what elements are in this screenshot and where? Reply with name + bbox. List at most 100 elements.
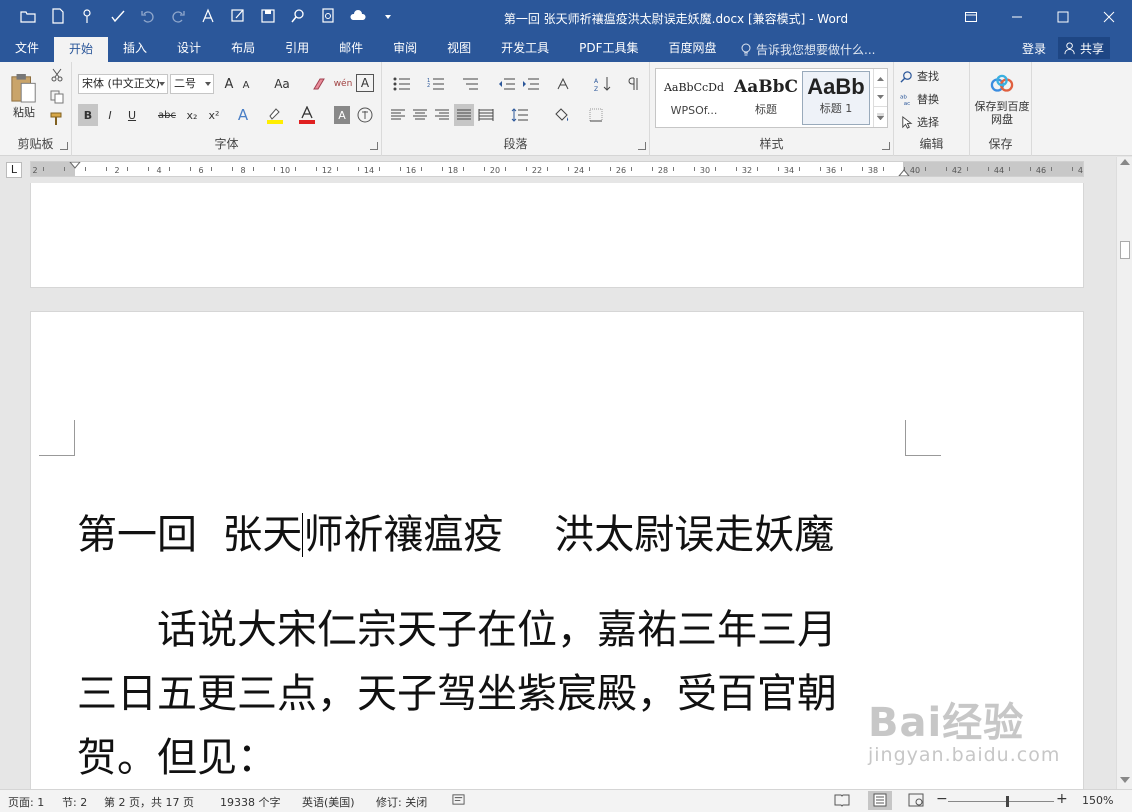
tab-4[interactable]: 布局 [216, 34, 270, 62]
clear-format-icon[interactable] [310, 74, 330, 94]
superscript-button[interactable]: x² [204, 104, 224, 126]
status-language[interactable]: 英语(美国) [302, 794, 355, 810]
zoom-slider-thumb[interactable] [1006, 796, 1009, 807]
highlight-icon[interactable] [264, 104, 286, 126]
tab-3[interactable]: 设计 [162, 34, 216, 62]
zoom-in-button[interactable]: + [1056, 791, 1068, 807]
tab-6[interactable]: 邮件 [324, 34, 378, 62]
tab-9[interactable]: 开发工具 [486, 34, 564, 62]
multilevel-list-icon[interactable] [456, 74, 484, 94]
scroll-up-arrow[interactable] [1120, 159, 1130, 165]
tab-11[interactable]: 百度网盘 [654, 34, 732, 62]
grow-font-button[interactable]: A [220, 74, 238, 94]
show-formatting-icon[interactable] [624, 74, 642, 94]
styles-launcher[interactable] [882, 142, 890, 150]
sign-in-link[interactable]: 登录 [1022, 40, 1046, 57]
style-heading1[interactable]: AaBb 标题 1 [802, 71, 870, 125]
paste-button[interactable]: 粘贴 [6, 66, 42, 126]
find-button[interactable]: 查找 [900, 66, 939, 86]
text-effects-button[interactable]: A [232, 104, 254, 126]
format-painter-icon[interactable] [48, 110, 66, 128]
strikethrough-button[interactable]: abc [154, 104, 180, 126]
scroll-down-arrow[interactable] [1120, 777, 1130, 783]
style-title[interactable]: AaBbC 标题 [732, 71, 800, 125]
line-spacing-icon[interactable] [506, 104, 534, 126]
font-color-icon[interactable] [296, 104, 318, 126]
sort-icon[interactable]: AZ [592, 74, 614, 94]
close-icon[interactable] [1086, 0, 1132, 34]
print-layout-icon[interactable] [868, 791, 892, 810]
character-shading-button[interactable]: A [334, 106, 350, 124]
font-launcher[interactable] [370, 142, 378, 150]
chinese-layout-icon[interactable] [552, 74, 578, 94]
styles-scroll-down[interactable] [874, 88, 887, 107]
justify-icon[interactable] [454, 104, 474, 126]
distributed-icon[interactable] [476, 104, 496, 126]
status-word-count[interactable]: 19338 个字 [220, 794, 281, 810]
font-name-combo[interactable]: 宋体 (中文正文) [78, 74, 168, 94]
bullets-icon[interactable] [388, 74, 416, 94]
ribbon-tab-bar: 文件 开始 插入 设计 布局 引用 邮件 审阅 视图 开发工具 PDF工具集 百度网盘 告诉我您想要做… [0, 34, 1132, 62]
zoom-out-button[interactable]: − [936, 791, 948, 807]
increase-indent-icon[interactable] [520, 74, 542, 94]
tab-8[interactable]: 视图 [432, 34, 486, 62]
macro-record-icon[interactable] [452, 793, 465, 809]
vertical-scrollbar[interactable] [1116, 157, 1132, 789]
shading-icon[interactable] [548, 104, 576, 126]
share-button[interactable]: 共享 [1058, 37, 1111, 59]
minimize-icon[interactable] [994, 0, 1040, 34]
save-to-baidu-button[interactable]: 保存到百度网盘 [974, 68, 1030, 132]
ruler-number: 2 [114, 166, 119, 175]
web-layout-icon[interactable] [908, 793, 924, 810]
italic-button[interactable]: I [100, 104, 120, 126]
maximize-icon[interactable] [1040, 0, 1086, 34]
first-line-indent-marker [69, 162, 81, 169]
tell-me-search[interactable]: 告诉我您想要做什么... [740, 41, 875, 58]
status-track-changes[interactable]: 修订: 关闭 [376, 794, 427, 810]
horizontal-ruler[interactable]: 2 2 4 6 8 10 12 14 16 18 20 22 24 26 28 30 32 34 36 38 40 42 4… [30, 161, 1084, 177]
align-left-icon[interactable] [388, 104, 408, 126]
change-case-button[interactable]: Aa [268, 74, 296, 94]
font-size-combo[interactable]: 二号 [170, 74, 214, 94]
tab-selector[interactable]: L [6, 162, 22, 178]
enclose-characters-icon[interactable] [356, 106, 374, 124]
subscript-button[interactable]: x₂ [182, 104, 202, 126]
ruler-number: 20 [490, 166, 500, 175]
scroll-thumb[interactable] [1120, 241, 1130, 259]
phonetic-guide-button[interactable]: wén [332, 72, 354, 96]
shrink-font-button[interactable]: A [238, 76, 254, 94]
styles-more[interactable] [874, 107, 887, 126]
chapter-heading[interactable]: 第一回 张天师祈禳瘟疫 洪太尉误走妖魔 [77, 502, 834, 560]
select-button[interactable]: 选择 [900, 112, 939, 132]
tab-7[interactable]: 审阅 [378, 34, 432, 62]
tab-10[interactable]: PDF工具集 [564, 34, 653, 62]
tab-5[interactable]: 引用 [270, 34, 324, 62]
clipboard-launcher[interactable] [60, 142, 68, 150]
underline-button[interactable]: U [122, 104, 142, 126]
borders-icon[interactable] [582, 104, 610, 126]
tab-0[interactable]: 文件 [0, 34, 54, 62]
ribbon-display-icon[interactable] [948, 0, 994, 34]
zoom-level[interactable]: 150% [1082, 794, 1113, 807]
cut-icon[interactable] [48, 66, 66, 84]
status-section[interactable]: 节: 2 [62, 794, 87, 810]
decrease-indent-icon[interactable] [496, 74, 518, 94]
tab-2[interactable]: 插入 [108, 34, 162, 62]
styles-scroll-up[interactable] [874, 69, 887, 88]
tab-1[interactable]: 开始 [54, 37, 109, 62]
align-center-icon[interactable] [410, 104, 430, 126]
style-wpsoffice[interactable]: AaBbCcDd WPSOf... [658, 71, 730, 125]
paragraph-launcher[interactable] [638, 142, 646, 150]
status-page-count[interactable]: 第 2 页，共 17 页 [104, 794, 194, 810]
body-paragraph[interactable]: 话说大宋仁宗天子在位，嘉祐三年三月 三日五更三点，天子驾坐紫宸殿，受百官朝 贺。… [77, 598, 917, 789]
copy-icon[interactable] [48, 88, 66, 106]
replace-button[interactable]: ab ac 替换 [900, 89, 939, 109]
status-page[interactable]: 页面: 1 [8, 794, 44, 810]
zoom-slider[interactable] [948, 801, 1054, 802]
character-border-button[interactable]: A [356, 74, 374, 92]
bold-button[interactable]: B [78, 104, 98, 126]
align-right-icon[interactable] [432, 104, 452, 126]
read-mode-icon[interactable] [834, 793, 850, 810]
font-group: 宋体 (中文正文) 二号 A A Aa wén A B I U abc x₂ x… [72, 62, 382, 156]
numbering-icon[interactable]: 12 [422, 74, 450, 94]
